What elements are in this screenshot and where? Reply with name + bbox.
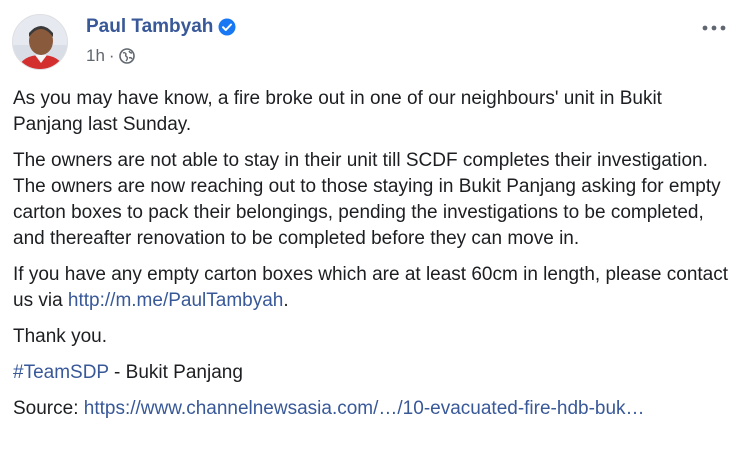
- avatar-image: [13, 15, 67, 69]
- post-timestamp[interactable]: 1h: [86, 46, 105, 66]
- post-body: As you may have know, a fire broke out i…: [13, 86, 728, 432]
- author-name-text[interactable]: Paul Tambyah: [86, 16, 213, 38]
- globe-icon[interactable]: [118, 48, 135, 64]
- messenger-link[interactable]: http://m.me/PaulTambyah: [68, 290, 283, 311]
- author-name[interactable]: Paul Tambyah: [86, 16, 236, 38]
- post-header: Paul Tambyah 1h ·: [12, 10, 728, 72]
- verified-check-icon: [218, 18, 236, 36]
- meta-separator: ·: [108, 46, 115, 65]
- hashtag-suffix: - Bukit Panjang: [108, 362, 243, 383]
- post-thanks: Thank you.: [13, 326, 107, 347]
- post-source-line: Source: https://www.channelnewsasia.com/…: [13, 396, 728, 422]
- post-paragraph-3: If you have any empty carton boxes which…: [13, 262, 728, 314]
- source-link[interactable]: https://www.channelnewsasia.com/…/10-eva…: [84, 398, 645, 419]
- post-paragraph-2: The owners are not able to stay in their…: [13, 150, 721, 249]
- paragraph-3-end: .: [283, 290, 289, 311]
- hashtag-link[interactable]: #TeamSDP: [13, 362, 109, 383]
- avatar[interactable]: [12, 14, 68, 70]
- post-hashtag-line: #TeamSDP - Bukit Panjang: [13, 360, 728, 386]
- more-options-icon[interactable]: [700, 18, 728, 38]
- source-label: Source:: [13, 398, 84, 419]
- post-meta: 1h ·: [86, 46, 135, 66]
- post-paragraph-1: As you may have know, a fire broke out i…: [13, 88, 662, 135]
